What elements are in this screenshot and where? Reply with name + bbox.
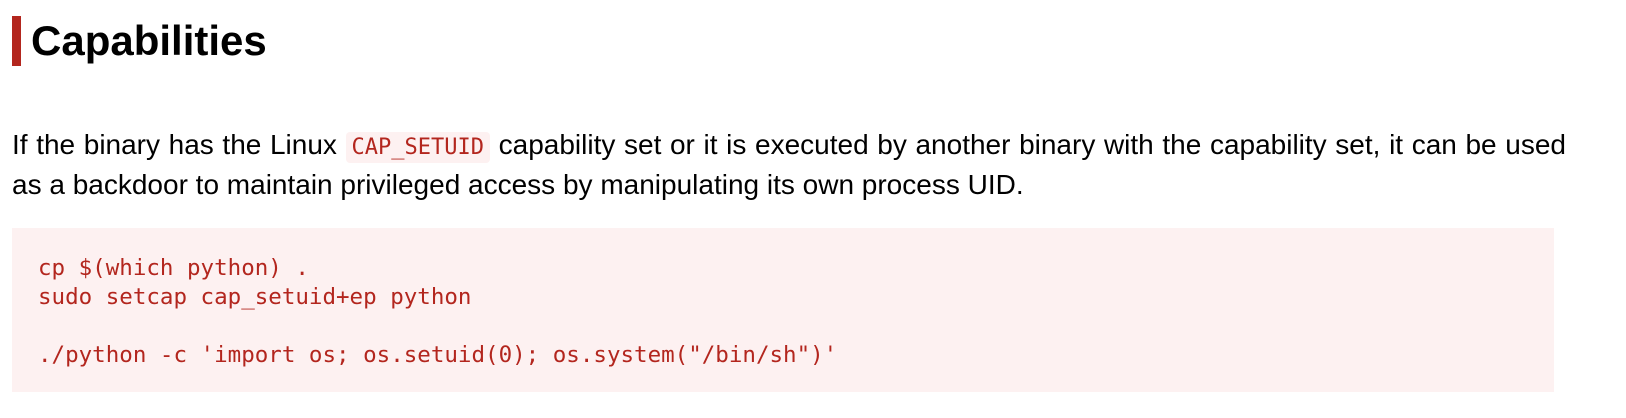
- code-line: sudo setcap cap_setuid+ep python: [38, 284, 472, 310]
- code-content: cp $(which python) . sudo setcap cap_setu…: [38, 254, 837, 370]
- section-heading: Capabilities: [12, 16, 267, 66]
- description-paragraph: If the binary has the Linux CAP_SETUID c…: [12, 126, 1566, 203]
- paragraph-text-before: If the binary has the Linux: [12, 129, 346, 160]
- page-title: Capabilities: [31, 17, 267, 64]
- heading-accent-bar: [12, 16, 21, 66]
- code-block[interactable]: cp $(which python) . sudo setcap cap_setu…: [12, 228, 1554, 392]
- inline-code-cap-setuid: CAP_SETUID: [345, 132, 490, 163]
- code-line: cp $(which python) .: [38, 255, 309, 281]
- code-line: ./python -c 'import os; os.setuid(0); os…: [38, 342, 838, 368]
